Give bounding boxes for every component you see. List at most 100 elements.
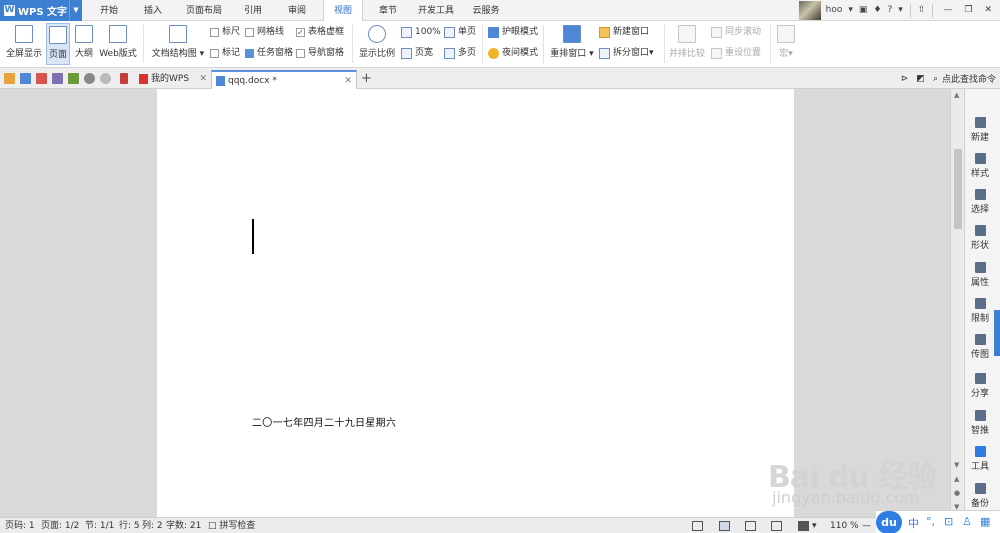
save-icon[interactable] — [20, 73, 31, 84]
outline-view-button[interactable]: 大纲 — [72, 23, 96, 65]
grid-menu-icon[interactable]: ▦ — [980, 515, 990, 528]
pane-new[interactable]: 新建 — [965, 117, 995, 143]
tab-insert[interactable]: 插入 — [136, 0, 170, 21]
eye-mode-icon[interactable] — [798, 521, 809, 531]
scroll-down-icon[interactable]: ▼ — [954, 461, 959, 469]
zoom-ratio-button[interactable]: 显示比例 — [358, 23, 396, 65]
sync-scroll-button[interactable]: 同步滚动 — [711, 24, 761, 40]
redo-icon[interactable] — [100, 73, 111, 84]
close-icon[interactable]: ✕ — [199, 70, 207, 88]
close-icon[interactable]: ✕ — [978, 0, 1000, 21]
spell-check-button[interactable]: □ 拼写检查 — [208, 518, 255, 533]
customize-toolbar-icon[interactable] — [120, 73, 128, 84]
doc-map-button[interactable]: 文档结构图 ▾ — [150, 23, 206, 65]
chinese-mode-toggle[interactable]: 中 — [908, 515, 919, 531]
web-view-icon[interactable] — [771, 521, 782, 531]
search-icon[interactable]: ⌕ — [933, 74, 938, 84]
share-icon[interactable]: ⊳ — [901, 74, 909, 84]
marker-checkbox[interactable]: 标记 — [210, 45, 240, 61]
prev-page-icon[interactable]: ▲ — [954, 475, 959, 483]
export-pdf-icon[interactable] — [36, 73, 47, 84]
pane-label: 形状 — [970, 241, 989, 251]
tab-document[interactable]: qqq.docx * ✕ — [211, 70, 357, 89]
fullscreen-button[interactable]: 全屏显示 — [4, 23, 44, 65]
side-by-side-button[interactable]: 并排比较 — [668, 23, 706, 65]
print-preview-icon[interactable] — [68, 73, 79, 84]
macro-button[interactable]: 宏▾ — [774, 23, 798, 65]
zoom-100-button[interactable]: 100% — [401, 24, 441, 40]
ruler-checkbox[interactable]: 标尺 — [210, 24, 240, 40]
toolbox-icon[interactable]: ⊡ — [944, 515, 953, 528]
pane-backup[interactable]: 备份 — [965, 483, 995, 509]
night-mode-button[interactable]: 夜间模式 — [488, 45, 538, 61]
baidu-ime-logo[interactable]: du — [876, 511, 902, 533]
minimize-icon[interactable]: — — [937, 0, 958, 21]
pane-select[interactable]: 选择 — [965, 189, 995, 215]
zoom-out-icon[interactable]: — — [862, 518, 871, 533]
nav-pane-checkbox[interactable]: 导航窗格 — [296, 45, 344, 61]
open-folder-icon[interactable] — [4, 73, 15, 84]
pane-toggle-handle[interactable] — [994, 310, 1000, 356]
tab-developer[interactable]: 开发工具 — [412, 0, 460, 21]
chevron-down-icon[interactable]: ▼ — [69, 0, 82, 21]
document-page[interactable]: 二〇一七年四月二十九日星期六 — [157, 89, 794, 517]
pane-shape[interactable]: 形状 — [965, 225, 995, 251]
eye-mode-button[interactable]: 护眼模式 — [488, 24, 538, 40]
pane-restrict[interactable]: 限制 — [965, 298, 995, 324]
page-view-icon[interactable] — [719, 521, 730, 531]
expand-icon[interactable]: ◩ — [916, 74, 925, 84]
user-name[interactable]: hoo — [823, 0, 846, 21]
shirt-icon[interactable]: ♦ — [870, 0, 884, 21]
chevron-down-icon[interactable]: ▾ — [845, 0, 856, 21]
page-width-button[interactable]: 页宽 — [401, 45, 433, 61]
undo-icon[interactable] — [84, 73, 95, 84]
fullscreen-icon[interactable] — [692, 521, 703, 531]
tab-start[interactable]: 开始 — [92, 0, 126, 21]
web-view-button[interactable]: Web版式 — [98, 23, 138, 65]
zoom-level[interactable]: 110 % — [830, 518, 859, 533]
chevron-down-icon[interactable]: ▾ — [895, 0, 906, 21]
multi-page-button[interactable]: 多页 — [444, 45, 476, 61]
package-icon[interactable]: ▣ — [856, 0, 871, 21]
punctuation-toggle[interactable]: °, — [926, 515, 935, 528]
tab-chapter[interactable]: 章节 — [371, 0, 405, 21]
pane-recommend[interactable]: 智推 — [965, 410, 995, 436]
avatar[interactable] — [798, 1, 821, 20]
split-window-button[interactable]: 拆分窗口 ▾ — [599, 45, 654, 61]
scroll-up-icon[interactable]: ▲ — [954, 91, 959, 99]
pane-upload-image[interactable]: 传图 — [965, 334, 995, 360]
help-button[interactable]: ? — [885, 0, 896, 21]
print-icon[interactable] — [52, 73, 63, 84]
tab-my-wps[interactable]: 我的WPS ✕ — [135, 70, 211, 89]
page-view-button[interactable]: 页面 — [46, 23, 70, 65]
app-menu-button[interactable]: W WPS 文字 ▼ — [0, 0, 82, 21]
tab-view[interactable]: 视图 — [323, 0, 363, 22]
new-window-button[interactable]: 新建窗口 — [599, 24, 649, 40]
rearrange-window-button[interactable]: 重排窗口 ▾ — [549, 23, 595, 65]
single-page-button[interactable]: 单页 — [444, 24, 476, 40]
select-browse-icon[interactable]: ● — [954, 489, 960, 497]
tab-review[interactable]: 审阅 — [280, 0, 314, 21]
restore-icon[interactable]: ❐ — [958, 0, 978, 21]
search-command-input[interactable]: 点此查找命令 — [942, 72, 996, 85]
pane-tools[interactable]: 工具 — [965, 446, 995, 472]
table-frame-checkbox[interactable]: 表格虚框 — [296, 24, 344, 41]
tab-references[interactable]: 引用 — [236, 0, 270, 21]
scrollbar-thumb[interactable] — [954, 149, 962, 229]
gridlines-checkbox[interactable]: 网格线 — [245, 24, 284, 40]
collapse-ribbon-icon[interactable]: ⇧ — [915, 0, 929, 21]
vertical-scrollbar[interactable]: ▲ ▼ ▲ ● ▼ — [950, 89, 964, 517]
tab-cloud[interactable]: 云服务 — [466, 0, 506, 21]
pane-share[interactable]: 分享 — [965, 373, 995, 399]
pane-properties[interactable]: 属性 — [965, 262, 995, 288]
skin-icon[interactable]: ♙ — [962, 515, 972, 528]
close-icon[interactable]: ✕ — [344, 72, 352, 90]
task-pane-checkbox[interactable]: 任务窗格 — [245, 45, 293, 61]
reset-position-button[interactable]: 重设位置 — [711, 45, 761, 61]
pane-style[interactable]: 样式 — [965, 153, 995, 179]
tab-page-layout[interactable]: 页面布局 — [180, 0, 228, 21]
outline-view-icon[interactable] — [745, 521, 756, 531]
new-tab-button[interactable]: + — [361, 71, 372, 86]
document-date-line[interactable]: 二〇一七年四月二十九日星期六 — [252, 414, 396, 429]
chevron-down-icon[interactable]: ▾ — [812, 518, 817, 533]
